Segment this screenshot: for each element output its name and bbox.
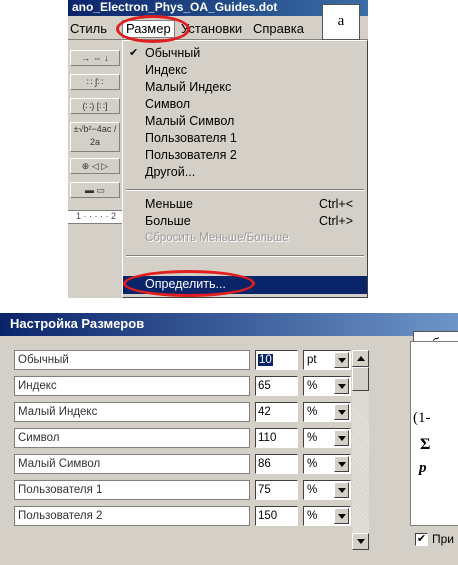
menu-item-label: Больше bbox=[145, 214, 191, 228]
menu-item-smaller[interactable]: Меньше Ctrl+< bbox=[123, 196, 367, 213]
scroll-thumb[interactable] bbox=[352, 367, 369, 391]
equation-toolbar: → ⇔ ↓ ∷ ∫∷ (∷) [∷] ±√b²−4ac / 2a ⊕ ◁ ▷ ▬… bbox=[68, 42, 124, 232]
menu-item-index[interactable]: Индекс bbox=[123, 62, 367, 79]
ruler-marks: 1 · · · · · 2 bbox=[76, 211, 116, 221]
preview-checkbox[interactable]: ✔ bbox=[415, 533, 428, 546]
checkmark-icon: ✔ bbox=[129, 47, 139, 59]
unit-text: % bbox=[307, 380, 318, 392]
scroll-down-arrow-icon[interactable] bbox=[352, 533, 369, 550]
dropdown-arrow-icon[interactable] bbox=[334, 378, 349, 394]
size-row-small-index: Малый Индекс 42 % bbox=[14, 402, 386, 424]
size-label: Индекс bbox=[14, 376, 250, 396]
unit-text: % bbox=[307, 432, 318, 444]
size-menu-dropdown: ✔ Обычный Индекс Малый Индекс Символ Мал… bbox=[122, 40, 368, 298]
preview-text-line-1: (1- bbox=[413, 410, 431, 426]
size-value-input[interactable]: 10 bbox=[255, 350, 298, 370]
unit-select[interactable]: % bbox=[303, 506, 351, 526]
menu-item-larger[interactable]: Больше Ctrl+> bbox=[123, 213, 367, 230]
unit-select[interactable]: % bbox=[303, 454, 351, 474]
menu-item-normal[interactable]: ✔ Обычный bbox=[123, 45, 367, 62]
menu-item-symbol[interactable]: Символ bbox=[123, 96, 367, 113]
size-value-input[interactable]: 65 bbox=[255, 376, 298, 396]
size-row-index: Индекс 65 % bbox=[14, 376, 386, 398]
panel-a-menu-screenshot: ano_Electron_Phys_OA_Guides.dot Стиль Ра… bbox=[68, 0, 368, 298]
shortcut-text: Ctrl+> bbox=[318, 214, 353, 228]
menu-item-small-index[interactable]: Малый Индекс bbox=[123, 79, 367, 96]
size-label: Пользователя 1 bbox=[14, 480, 250, 500]
menu-style[interactable]: Стиль bbox=[70, 21, 107, 37]
unit-select[interactable]: % bbox=[303, 428, 351, 448]
menu-settings[interactable]: Установки bbox=[181, 21, 242, 37]
menu-separator bbox=[126, 255, 364, 257]
formula-preview: (1- Σ p bbox=[410, 341, 458, 526]
checkbox-label: При bbox=[432, 532, 455, 546]
unit-text: % bbox=[307, 484, 318, 496]
dropdown-arrow-icon[interactable] bbox=[334, 352, 349, 368]
size-value-input[interactable]: 86 bbox=[255, 454, 298, 474]
preview-text-line-2: Σ bbox=[420, 436, 431, 453]
toolbar-fraction-button[interactable]: ±√b²−4ac / 2a bbox=[70, 122, 120, 152]
dropdown-arrow-icon[interactable] bbox=[334, 508, 349, 524]
dialog-title: Настройка Размеров bbox=[0, 313, 458, 336]
toolbar-integral-button[interactable]: ∷ ∫∷ bbox=[70, 74, 120, 90]
dropdown-arrow-icon[interactable] bbox=[334, 482, 349, 498]
selected-value-text: 10 bbox=[258, 354, 273, 366]
scroll-up-arrow-icon[interactable] bbox=[352, 350, 369, 367]
dropdown-arrow-icon[interactable] bbox=[334, 404, 349, 420]
menu-item-user-2[interactable]: Пользователя 2 bbox=[123, 147, 367, 164]
menu-separator bbox=[126, 189, 364, 191]
unit-select[interactable]: % bbox=[303, 402, 351, 422]
toolbar-boxes-button[interactable]: ▬ ▭ bbox=[70, 182, 120, 198]
menu-item-user-1[interactable]: Пользователя 1 bbox=[123, 130, 367, 147]
panel-b-size-dialog: Настройка Размеров б Обычный 10 pt Индек… bbox=[0, 313, 458, 565]
size-row-user-2: Пользователя 2 150 % bbox=[14, 506, 386, 528]
size-row-normal: Обычный 10 pt bbox=[14, 350, 386, 372]
dropdown-arrow-icon[interactable] bbox=[334, 430, 349, 446]
menu-item-label: Обычный bbox=[145, 46, 201, 60]
size-row-small-symbol: Малый Символ 86 % bbox=[14, 454, 386, 476]
toolbar-symbols-button[interactable]: ⊕ ◁ ▷ bbox=[70, 158, 120, 174]
size-row-symbol: Символ 110 % bbox=[14, 428, 386, 450]
toolbar-arrows-button[interactable]: → ⇔ ↓ bbox=[70, 50, 120, 66]
unit-text: % bbox=[307, 458, 318, 470]
size-label: Пользователя 2 bbox=[14, 506, 250, 526]
highlight-ellipse-size-menu bbox=[116, 15, 190, 43]
size-label: Малый Индекс bbox=[14, 402, 250, 422]
unit-text: % bbox=[307, 406, 318, 418]
size-label: Обычный bbox=[14, 350, 250, 370]
size-value-input[interactable]: 42 bbox=[255, 402, 298, 422]
size-value-input[interactable]: 75 bbox=[255, 480, 298, 500]
size-value-input[interactable]: 110 bbox=[255, 428, 298, 448]
highlight-ellipse-define bbox=[123, 270, 255, 297]
unit-select[interactable]: % bbox=[303, 480, 351, 500]
sizes-list: Обычный 10 pt Индекс 65 % Малый Индекс 4… bbox=[14, 350, 386, 553]
size-row-user-1: Пользователя 1 75 % bbox=[14, 480, 386, 502]
preview-text-line-3: p bbox=[419, 460, 427, 476]
unit-text: % bbox=[307, 510, 318, 522]
unit-select[interactable]: pt bbox=[303, 350, 351, 370]
dropdown-arrow-icon[interactable] bbox=[334, 456, 349, 472]
unit-select[interactable]: % bbox=[303, 376, 351, 396]
unit-text: pt bbox=[307, 354, 317, 366]
shortcut-text: Ctrl+< bbox=[318, 197, 353, 211]
sizes-scrollbar[interactable] bbox=[352, 350, 369, 550]
size-label: Малый Символ bbox=[14, 454, 250, 474]
size-value-input[interactable]: 150 bbox=[255, 506, 298, 526]
menu-item-reset: Сбросить Меньше/Больше bbox=[145, 232, 289, 244]
menu-help[interactable]: Справка bbox=[253, 21, 304, 37]
menu-item-small-symbol[interactable]: Малый Символ bbox=[123, 113, 367, 130]
size-label: Символ bbox=[14, 428, 250, 448]
menu-item-other[interactable]: Другой... bbox=[123, 164, 367, 181]
figure-label-a: а bbox=[322, 4, 360, 40]
menu-item-label: Меньше bbox=[145, 197, 193, 211]
toolbar-brackets-button[interactable]: (∷) [∷] bbox=[70, 98, 120, 114]
